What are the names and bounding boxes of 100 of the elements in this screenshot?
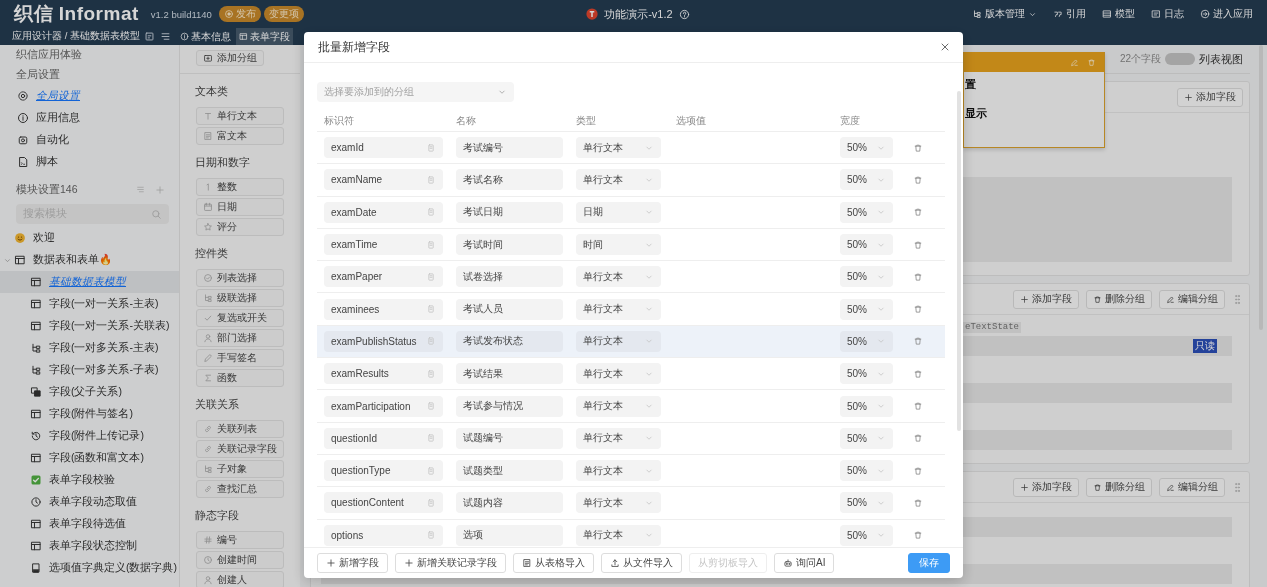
width-select[interactable]: 50% — [840, 330, 893, 352]
identifier-field[interactable]: examDate — [324, 201, 443, 223]
type-select[interactable]: 单行文本 — [576, 298, 661, 320]
tree-item[interactable]: 字段(一对一关系-主表) — [0, 293, 179, 315]
type-select[interactable]: 单行文本 — [576, 492, 661, 514]
group-action-button[interactable]: 编辑分组 — [1159, 289, 1225, 309]
trash-icon[interactable] — [913, 401, 923, 411]
footer-button[interactable]: 新增关联记录字段 — [395, 553, 506, 573]
tab[interactable]: 基本信息 — [177, 28, 234, 45]
copy-icon[interactable] — [426, 497, 436, 508]
tree-item[interactable]: 数据表和表单🔥 — [0, 249, 179, 271]
field-type-button[interactable]: 部门选择 — [196, 329, 284, 347]
group-action-button[interactable]: 删除分组 — [1086, 289, 1152, 309]
name-field[interactable]: 考试结果 — [456, 363, 563, 385]
tree-item[interactable]: 表单字段动态取值 — [0, 491, 179, 513]
type-select[interactable]: 时间 — [576, 234, 661, 256]
trash-icon[interactable] — [913, 142, 923, 153]
field-type-button[interactable]: 关联列表 — [196, 420, 284, 438]
trash-icon[interactable] — [913, 271, 923, 282]
field-type-button[interactable]: 编号 — [196, 531, 284, 549]
width-select[interactable]: 50% — [840, 460, 893, 482]
drag-handle-icon[interactable] — [1232, 481, 1243, 493]
tree-item[interactable]: 表单字段待选值 — [0, 513, 179, 535]
type-select[interactable]: 单行文本 — [576, 363, 661, 385]
copy-icon[interactable] — [426, 304, 436, 315]
nav-item[interactable]: 全局设置 — [0, 85, 179, 107]
group-action-button[interactable]: 编辑分组 — [1159, 477, 1225, 497]
width-select[interactable]: 50% — [840, 363, 893, 385]
trash-icon[interactable] — [913, 239, 923, 250]
copy-icon[interactable] — [426, 401, 436, 411]
name-field[interactable]: 考试参与情况 — [456, 395, 563, 417]
name-field[interactable]: 考试名称 — [456, 169, 563, 191]
tree-item[interactable]: 字段(附件与签名) — [0, 403, 179, 425]
field-type-button[interactable]: 创建时间 — [196, 551, 284, 569]
tree-item[interactable]: 选项值字典定义(数据字典) — [0, 557, 179, 579]
type-select[interactable]: 单行文本 — [576, 330, 661, 352]
name-field[interactable]: 试题编号 — [456, 427, 563, 449]
copy-icon[interactable] — [426, 271, 436, 282]
menu-item[interactable]: 引用 — [1053, 7, 1086, 21]
width-select[interactable]: 50% — [840, 427, 893, 449]
trash-icon[interactable] — [913, 465, 923, 476]
name-field[interactable]: 考试日期 — [456, 201, 563, 223]
width-select[interactable]: 50% — [840, 395, 893, 417]
identifier-field[interactable]: questionContent — [324, 492, 443, 514]
nav-item[interactable]: 应用信息 — [0, 107, 179, 129]
trash-icon[interactable] — [913, 530, 923, 541]
width-select[interactable]: 50% — [840, 298, 893, 320]
type-select[interactable]: 日期 — [576, 201, 661, 223]
type-select[interactable]: 单行文本 — [576, 169, 661, 191]
trash-icon[interactable] — [913, 174, 923, 185]
type-select[interactable]: 单行文本 — [576, 266, 661, 288]
name-field[interactable]: 考试编号 — [456, 137, 563, 159]
copy-icon[interactable] — [426, 368, 436, 379]
footer-button[interactable]: 新增字段 — [317, 553, 388, 573]
tree-item[interactable]: 字段(一对多关系-主表) — [0, 337, 179, 359]
drag-handle-icon[interactable] — [1232, 293, 1243, 305]
width-select[interactable]: 50% — [840, 524, 893, 546]
width-select[interactable]: 50% — [840, 169, 893, 191]
menu-item[interactable]: 版本管理 — [972, 7, 1037, 21]
trash-icon[interactable] — [913, 304, 923, 315]
trash-icon[interactable] — [913, 497, 923, 508]
copy-icon[interactable] — [426, 336, 436, 347]
nav-item[interactable]: 自动化 — [0, 129, 179, 151]
field-type-button[interactable]: 单行文本 — [196, 107, 284, 125]
type-select[interactable]: 单行文本 — [576, 395, 661, 417]
add-group-button[interactable]: 添加分组 — [196, 50, 264, 66]
field-type-button[interactable]: 日期 — [196, 198, 284, 216]
tree-item[interactable]: 表单字段校验 — [0, 469, 179, 491]
trash-icon[interactable] — [1087, 57, 1096, 67]
group-action-button[interactable]: 添加字段 — [1013, 289, 1079, 309]
group-action-button[interactable]: 添加字段 — [1177, 87, 1243, 107]
type-select[interactable]: 单行文本 — [576, 427, 661, 449]
tree-item[interactable]: 字段(附件上传记录) — [0, 425, 179, 447]
identifier-field[interactable]: examPaper — [324, 266, 443, 288]
note-icon[interactable] — [144, 31, 155, 42]
type-select[interactable]: 单行文本 — [576, 524, 661, 546]
field-type-button[interactable]: 复选或开关 — [196, 309, 284, 327]
type-select[interactable]: 单行文本 — [576, 137, 661, 159]
help-icon[interactable] — [678, 8, 690, 20]
identifier-field[interactable]: examParticipation — [324, 395, 443, 417]
width-select[interactable]: 50% — [840, 234, 893, 256]
menu-item[interactable]: 日志 — [1151, 7, 1184, 21]
tree-item[interactable]: 字段(一对一关系-关联表) — [0, 315, 179, 337]
identifier-field[interactable]: examPublishStatus — [324, 330, 443, 352]
nav-item[interactable]: 脚本 — [0, 151, 179, 173]
trash-icon[interactable] — [913, 336, 923, 347]
name-field[interactable]: 考试人员 — [456, 298, 563, 320]
tree-item[interactable]: 表单字段状态控制 — [0, 535, 179, 557]
field-type-button[interactable]: 级联选择 — [196, 289, 284, 307]
identifier-field[interactable]: examTime — [324, 234, 443, 256]
identifier-field[interactable]: examName — [324, 169, 443, 191]
tree-item[interactable]: 字段(一对多关系-子表) — [0, 359, 179, 381]
identifier-field[interactable]: examinees — [324, 298, 443, 320]
copy-icon[interactable] — [426, 142, 436, 153]
menu-item[interactable]: 进入应用 — [1200, 7, 1253, 21]
name-field[interactable]: 考试发布状态 — [456, 330, 563, 352]
close-button[interactable] — [939, 41, 951, 53]
copy-icon[interactable] — [426, 530, 436, 541]
type-select[interactable]: 单行文本 — [576, 460, 661, 482]
field-type-button[interactable]: 手写签名 — [196, 349, 284, 367]
